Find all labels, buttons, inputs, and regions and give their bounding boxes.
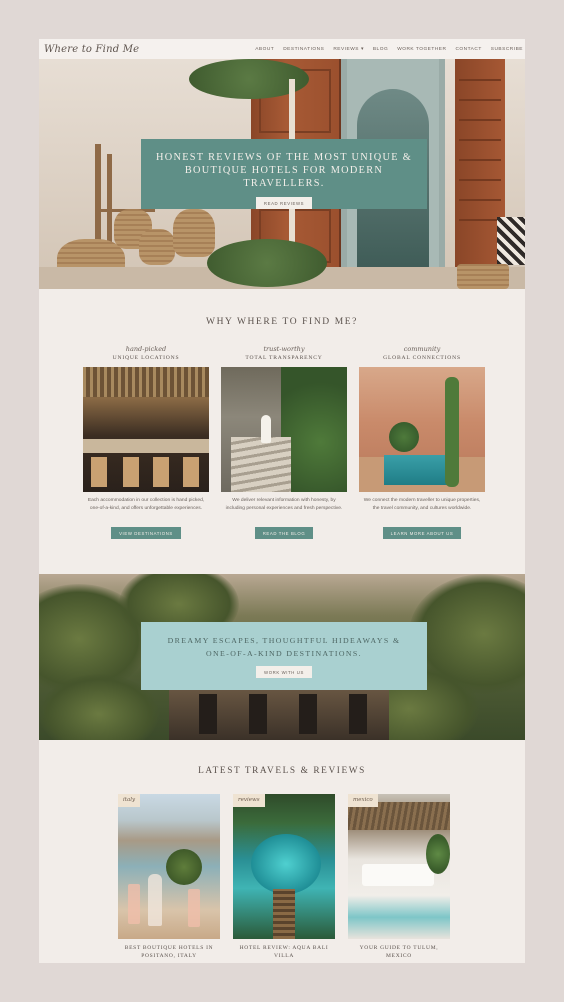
work-with-us-button[interactable]: WORK WITH US	[256, 666, 312, 678]
feature-column: hand-picked UNIQUE LOCATIONS Each accomm…	[83, 345, 209, 540]
view-destinations-button[interactable]: VIEW DESTINATIONS	[111, 527, 181, 540]
category-tag[interactable]: italy	[118, 794, 141, 807]
aqua-bali-photo[interactable]: reviews	[233, 794, 335, 939]
feature-description: We deliver relevant information with hon…	[225, 498, 343, 511]
nav-blog[interactable]: BLOG	[373, 47, 388, 52]
feature-column: community GLOBAL CONNECTIONS We connect …	[359, 345, 485, 540]
post-title[interactable]: YOUR GUIDE TO TULUM, MEXICO	[348, 944, 450, 960]
fern-plant	[207, 239, 327, 287]
blog-post-card[interactable]: italy BEST BOUTIQUE HOTELS IN POSITANO, …	[118, 794, 220, 960]
feature-description: We connect the modern traveller to uniqu…	[363, 498, 481, 511]
feature-script-label: hand-picked	[125, 345, 167, 353]
feature-label: TOTAL TRANSPARENCY	[245, 355, 323, 361]
courtyard-pool-photo[interactable]	[359, 367, 485, 492]
feature-description: Each accommodation in our collection is …	[87, 498, 205, 511]
post-title[interactable]: HOTEL REVIEW: AQUA BALI VILLA	[233, 944, 335, 960]
restaurant-photo[interactable]	[83, 367, 209, 492]
blog-post-card[interactable]: reviews HOTEL REVIEW: AQUA BALI VILLA	[233, 794, 335, 960]
feature-script-label: trust-worthy	[263, 345, 305, 353]
feature-script-label: community	[403, 345, 441, 353]
patterned-cushion	[497, 217, 525, 265]
page: Where to Find Me ABOUT DESTINATIONS REVI…	[39, 39, 525, 963]
nav-contact[interactable]: CONTACT	[455, 47, 481, 52]
why-section-title: WHY WHERE TO FIND ME?	[206, 317, 358, 327]
jungle-banner: DREAMY ESCAPES, THOUGHTFUL HIDEAWAYS & O…	[39, 574, 525, 740]
feature-label: UNIQUE LOCATIONS	[112, 355, 180, 361]
post-title[interactable]: BEST BOUTIQUE HOTELS IN POSITANO, ITALY	[118, 944, 220, 960]
hero-section: HONEST REVIEWS OF THE MOST UNIQUE & BOUT…	[39, 59, 525, 289]
nav-reviews[interactable]: REVIEWS ▾	[333, 47, 364, 52]
site-logo[interactable]: Where to Find Me	[39, 44, 139, 55]
category-tag[interactable]: reviews	[233, 794, 265, 807]
main-nav: ABOUT DESTINATIONS REVIEWS ▾ BLOG WORK TO…	[255, 47, 525, 52]
read-reviews-button[interactable]: READ REVIEWS	[255, 197, 313, 209]
feature-label: GLOBAL CONNECTIONS	[383, 355, 461, 361]
hero-title: HONEST REVIEWS OF THE MOST UNIQUE & BOUT…	[155, 152, 413, 189]
nav-reviews-label: REVIEWS	[333, 46, 359, 52]
learn-more-about-us-button[interactable]: LEARN MORE ABOUT US	[382, 527, 462, 540]
nav-destinations[interactable]: DESTINATIONS	[283, 47, 324, 52]
band-banner: DREAMY ESCAPES, THOUGHTFUL HIDEAWAYS & O…	[141, 622, 427, 690]
latest-section-title: LATEST TRAVELS & REVIEWS	[198, 766, 366, 776]
read-the-blog-button[interactable]: READ THE BLOG	[254, 527, 314, 540]
tulum-photo[interactable]: mexico	[348, 794, 450, 939]
nav-subscribe[interactable]: SUBSCRIBE	[491, 47, 523, 52]
nav-work-together[interactable]: WORK TOGETHER	[397, 47, 446, 52]
nav-about[interactable]: ABOUT	[255, 47, 274, 52]
feature-column: trust-worthy TOTAL TRANSPARENCY We deliv…	[221, 345, 347, 540]
category-tag[interactable]: mexico	[348, 794, 378, 807]
staircase-photo[interactable]	[221, 367, 347, 492]
hero-banner: HONEST REVIEWS OF THE MOST UNIQUE & BOUT…	[141, 139, 427, 209]
blog-post-card[interactable]: mexico YOUR GUIDE TO TULUM, MEXICO	[348, 794, 450, 960]
band-title: DREAMY ESCAPES, THOUGHTFUL HIDEAWAYS & O…	[167, 636, 401, 658]
site-header: Where to Find Me ABOUT DESTINATIONS REVI…	[39, 39, 525, 59]
positano-photo[interactable]: italy	[118, 794, 220, 939]
chevron-down-icon: ▾	[360, 46, 364, 52]
